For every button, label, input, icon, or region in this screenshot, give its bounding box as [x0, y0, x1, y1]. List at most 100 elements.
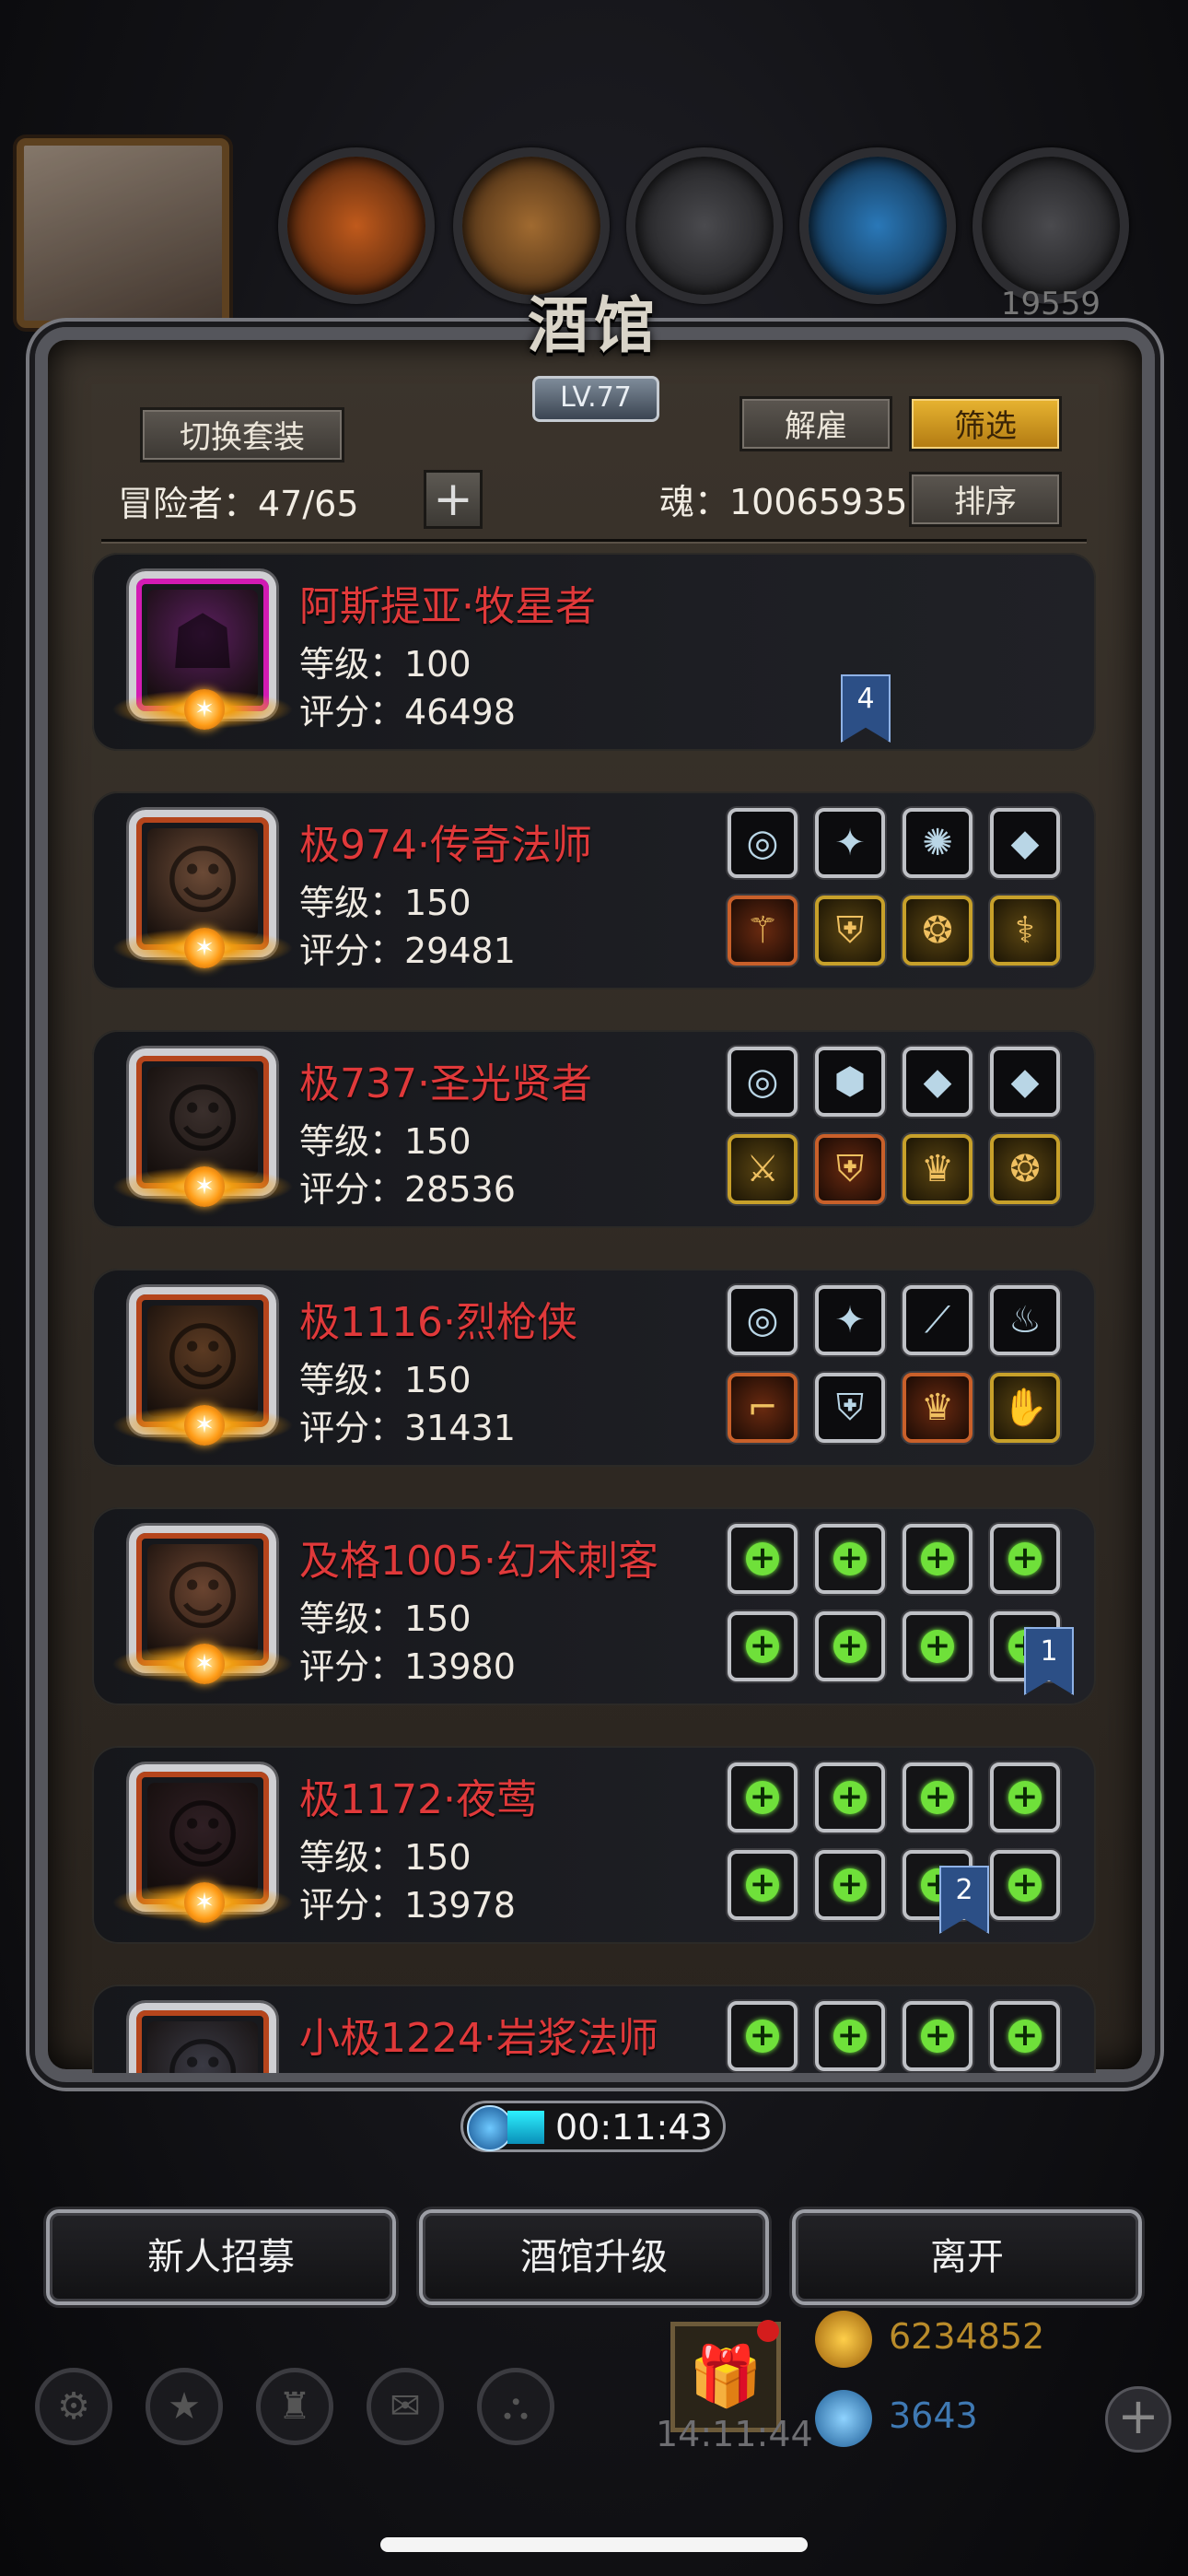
mail-icon[interactable]: ✉: [367, 2368, 444, 2445]
empty-equipment-slot[interactable]: +: [990, 2001, 1060, 2071]
resource-ore-icon[interactable]: [278, 147, 435, 304]
hero-list[interactable]: ☗ ✶ 阿斯提亚·牧星者 等级：100 评分：46498 ☺ ✶ 极974·传奇法师 等级：15…: [92, 553, 1105, 2073]
hero-level: 等级：150: [299, 883, 472, 923]
equipment-slot[interactable]: ♛: [903, 1134, 973, 1204]
recruit-button[interactable]: 新人招募: [46, 2209, 396, 2305]
amulet-icon: ❂: [922, 909, 953, 952]
equipment-slot[interactable]: ✋: [990, 1373, 1060, 1443]
equipment-slot[interactable]: ◎: [728, 808, 798, 878]
refresh-timer: 00:11:43: [460, 2101, 726, 2152]
equipment-slot[interactable]: ⛨: [815, 896, 885, 966]
equipment-slot[interactable]: ⟋: [903, 1285, 973, 1355]
add-equipment-icon: +: [833, 1868, 867, 1902]
empty-equipment-slot[interactable]: +: [815, 1524, 885, 1594]
equipment-slot[interactable]: ✺: [903, 808, 973, 878]
hero-card[interactable]: ☺✶小极1224·岩浆法师++++++++: [92, 1985, 1096, 2073]
hero-card[interactable]: ☺ ✶ 极1116·烈枪侠 等级：150 评分：31431 ◎ ✦ ⟋ ♨ ⌐ ⛨ ♛ ✋: [92, 1269, 1096, 1467]
hero-avatar[interactable]: ☺: [129, 2003, 276, 2073]
add-currency-button[interactable]: +: [1105, 2386, 1171, 2453]
equipment-slot[interactable]: ⚕: [990, 896, 1060, 966]
pistol-icon: ⌐: [747, 1387, 778, 1429]
equipment-slot[interactable]: ✦: [815, 808, 885, 878]
empty-equipment-slot[interactable]: +: [903, 1762, 973, 1832]
leave-button[interactable]: 离开: [792, 2209, 1142, 2305]
guild-icon[interactable]: ♜: [256, 2368, 333, 2445]
gold-coin-icon: [815, 2311, 872, 2368]
sort-button[interactable]: 排序: [909, 472, 1062, 527]
hero-level: 等级：100: [299, 644, 472, 685]
resource-crystal-icon[interactable]: [799, 147, 956, 304]
hero-name: 阿斯提亚·牧星者: [299, 583, 596, 630]
star-rank-icon: ✶: [97, 925, 309, 971]
equipment-slot[interactable]: ⬢: [815, 1047, 885, 1117]
hero-score: 评分：29481: [299, 931, 516, 971]
equipment-slot[interactable]: ◆: [990, 808, 1060, 878]
empty-equipment-slot[interactable]: +: [990, 1762, 1060, 1832]
empty-equipment-slot[interactable]: +: [903, 1611, 973, 1681]
stone-icon: ⬢: [833, 1060, 867, 1103]
coral-icon: ✺: [922, 822, 953, 864]
empty-equipment-slot[interactable]: +: [990, 1524, 1060, 1594]
achievement-icon[interactable]: ★: [146, 2368, 223, 2445]
settings-icon[interactable]: ⚙: [35, 2368, 112, 2445]
header-divider: [101, 539, 1087, 542]
add-equipment-icon: +: [1008, 1781, 1042, 1814]
resource-steel-count: 19559: [1000, 286, 1101, 322]
purple-gem-icon: ◆: [923, 1060, 952, 1103]
equipment-slot[interactable]: ⛨: [815, 1134, 885, 1204]
equipment-slot[interactable]: ◆: [990, 1047, 1060, 1117]
armor-icon: ⛨: [836, 909, 864, 952]
crystal-icon: ✦: [834, 822, 866, 864]
add-equipment-icon: +: [746, 1868, 779, 1902]
equipment-slot[interactable]: ♛: [903, 1373, 973, 1443]
add-equipment-icon: +: [921, 1542, 954, 1575]
home-indicator[interactable]: [380, 2537, 808, 2552]
equipment-slot[interactable]: ⛨: [815, 1373, 885, 1443]
equipment-slot[interactable]: ◆: [903, 1047, 973, 1117]
equipment-slot[interactable]: ⚔: [728, 1134, 798, 1204]
empty-equipment-slot[interactable]: +: [815, 2001, 885, 2071]
hero-card[interactable]: ☺ ✶ 极737·圣光贤者 等级：150 评分：28536 ◎ ⬢ ◆ ◆ ⚔ ⛨ ♛ ❂: [92, 1030, 1096, 1228]
equipment-slot[interactable]: ❂: [903, 896, 973, 966]
empty-equipment-slot[interactable]: +: [903, 2001, 973, 2071]
equipment-slot[interactable]: ◎: [728, 1285, 798, 1355]
equipment-slot[interactable]: ◎: [728, 1047, 798, 1117]
spear-icon: ⚔: [746, 1148, 779, 1190]
empty-equipment-slot[interactable]: +: [815, 1611, 885, 1681]
player-avatar[interactable]: [17, 138, 229, 328]
filter-button[interactable]: 筛选: [909, 396, 1062, 451]
switch-set-button[interactable]: 切换套装: [140, 407, 344, 463]
hero-card[interactable]: ☺✶及格1005·幻术刺客等级：150评分：13980++++++++: [92, 1507, 1096, 1705]
equipment-slot[interactable]: ❂: [990, 1134, 1060, 1204]
upgrade-tavern-button[interactable]: 酒馆升级: [419, 2209, 769, 2305]
hero-card[interactable]: ☗ ✶ 阿斯提亚·牧星者 等级：100 评分：46498: [92, 553, 1096, 751]
clock-icon: [467, 2105, 513, 2151]
equipment-slot[interactable]: ⌐: [728, 1373, 798, 1443]
hero-name: 极1172·夜莺: [299, 1776, 537, 1823]
expand-capacity-button[interactable]: +: [424, 470, 483, 529]
empty-equipment-slot[interactable]: +: [728, 1611, 798, 1681]
add-equipment-icon: +: [1008, 1542, 1042, 1575]
add-equipment-icon: +: [746, 2020, 779, 2053]
add-equipment-icon: +: [1008, 2020, 1042, 2053]
hero-card[interactable]: ☺ ✶ 极974·传奇法师 等级：150 评分：29481 ◎ ✦ ✺ ◆ ⚚ ⛨ ❂ ⚕: [92, 791, 1096, 989]
empty-equipment-slot[interactable]: +: [815, 1762, 885, 1832]
equipment-slot[interactable]: ✦: [815, 1285, 885, 1355]
add-equipment-icon: +: [833, 2020, 867, 2053]
timer-text: 00:11:43: [555, 2107, 713, 2148]
resource-steel-icon[interactable]: 19559: [973, 147, 1129, 322]
empty-equipment-slot[interactable]: +: [728, 1524, 798, 1594]
empty-equipment-slot[interactable]: +: [990, 1850, 1060, 1920]
tavern-title-plate: 酒馆: [456, 276, 732, 387]
fire-button[interactable]: 解雇: [740, 396, 892, 451]
equipment-slot[interactable]: ⚚: [728, 896, 798, 966]
equipment-slot[interactable]: ♨: [990, 1285, 1060, 1355]
crown-icon: ♛: [921, 1148, 954, 1190]
empty-equipment-slot[interactable]: +: [728, 1762, 798, 1832]
empty-equipment-slot[interactable]: +: [903, 1524, 973, 1594]
empty-equipment-slot[interactable]: +: [815, 1850, 885, 1920]
empty-equipment-slot[interactable]: +: [728, 2001, 798, 2071]
empty-equipment-slot[interactable]: +: [728, 1850, 798, 1920]
add-equipment-icon: +: [746, 1630, 779, 1663]
map-icon[interactable]: ⛬: [477, 2368, 554, 2445]
